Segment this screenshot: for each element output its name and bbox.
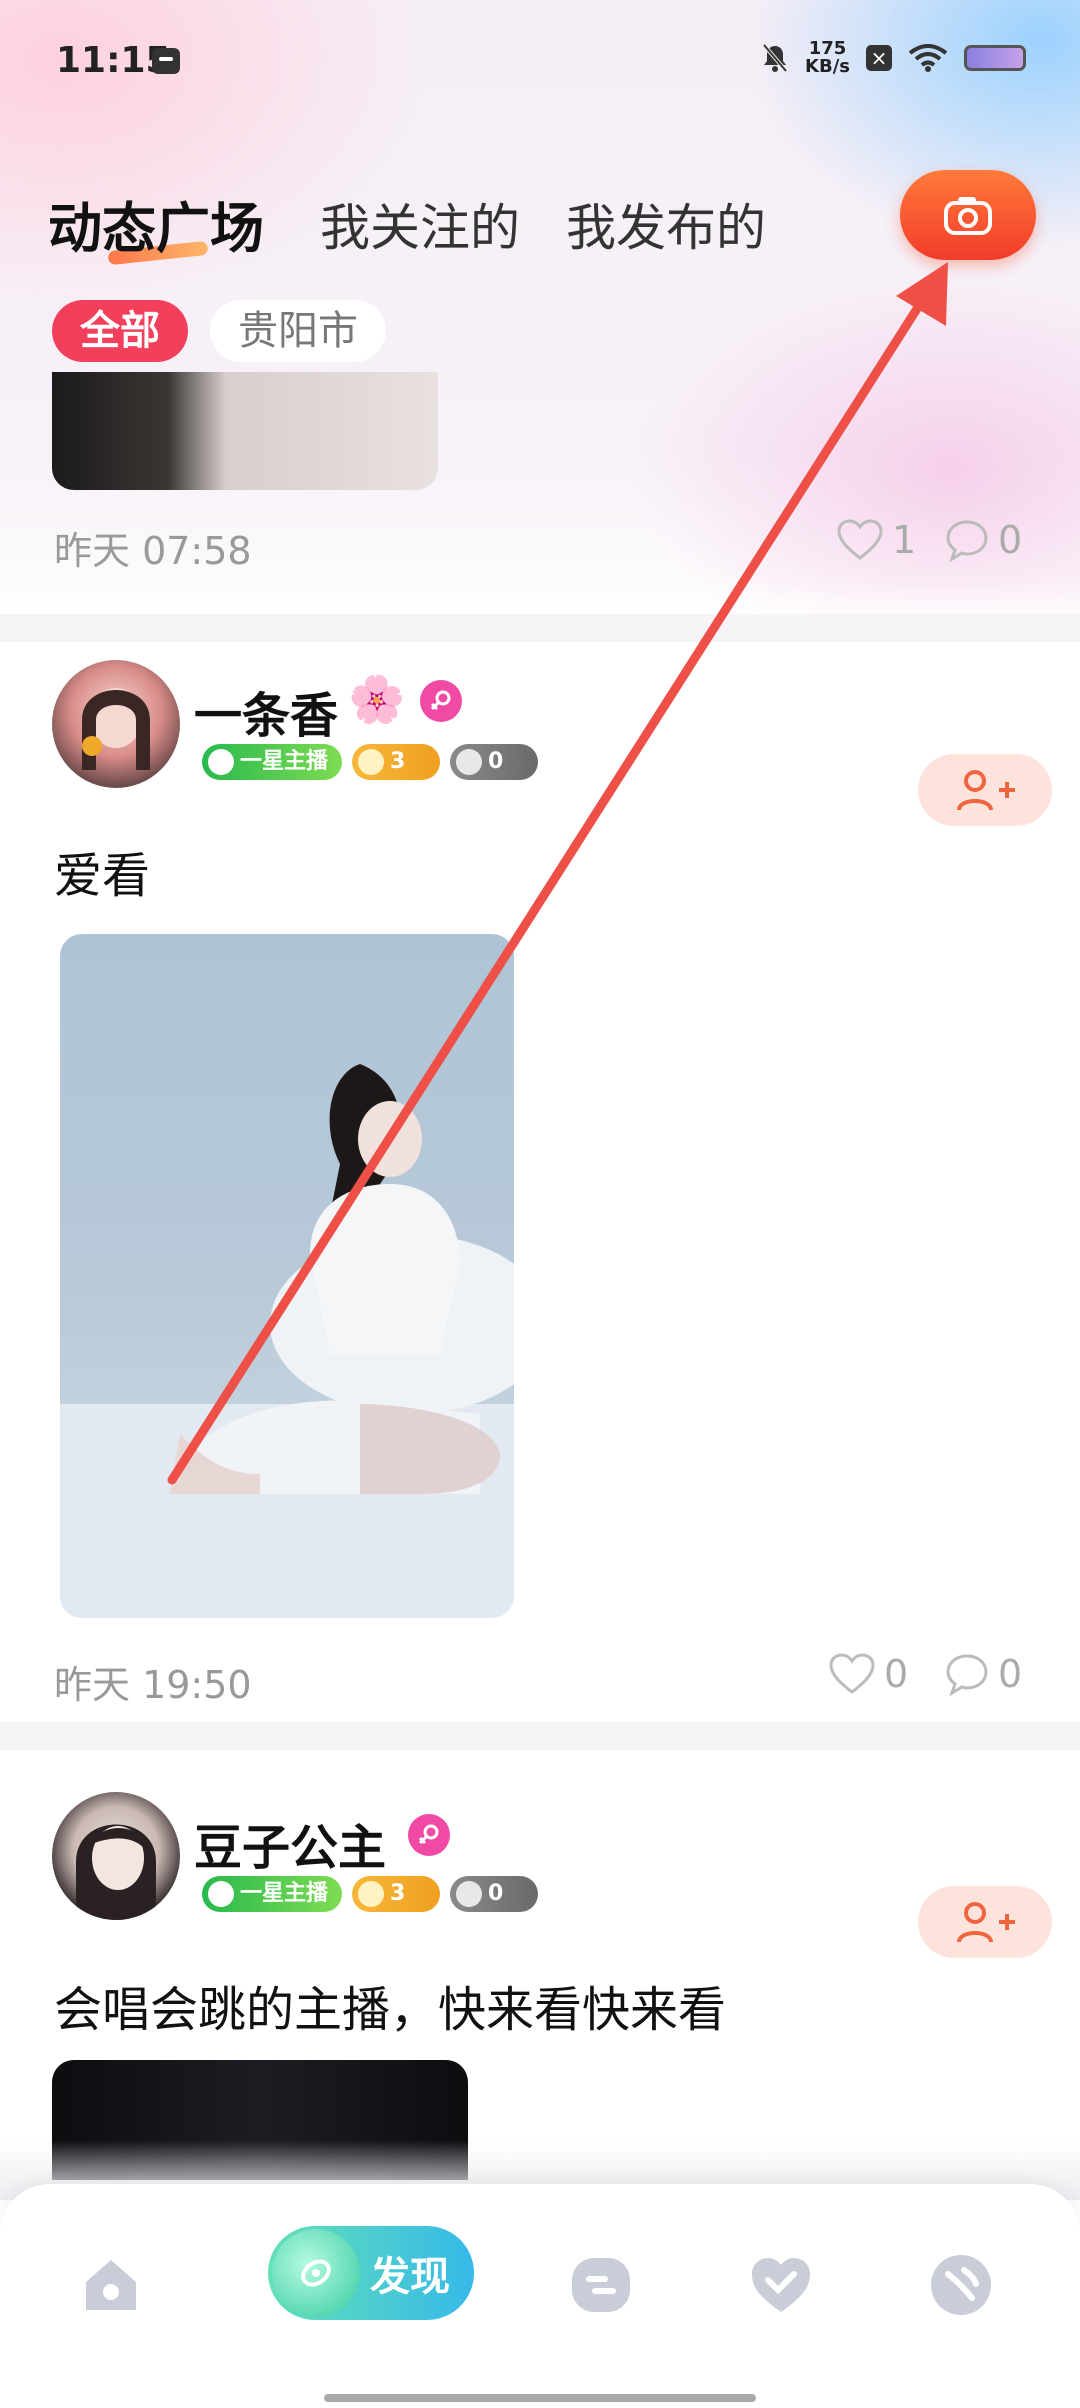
tab-my-posts[interactable]: 我发布的 <box>566 188 766 260</box>
avatar[interactable] <box>52 660 180 788</box>
post-text: 爱看 <box>54 848 151 904</box>
female-icon <box>408 1814 450 1856</box>
filter-chips: 全部 贵阳市 <box>52 300 386 362</box>
filter-city[interactable]: 贵阳市 <box>210 300 386 362</box>
flower-emoji: 🌸 <box>348 672 406 726</box>
level-badge: 一星主播 <box>202 1876 342 1912</box>
gold-badge: 3 <box>352 1876 440 1912</box>
username[interactable]: 一条香 <box>194 676 338 746</box>
tab-plaza[interactable]: 动态广场 <box>48 184 264 263</box>
like-stat[interactable]: 1 <box>836 518 916 562</box>
home-icon[interactable] <box>78 2252 144 2318</box>
gold-badge: 3 <box>352 744 440 780</box>
tab-following[interactable]: 我关注的 <box>320 188 520 260</box>
post-divider <box>0 1722 1080 1750</box>
nav-discover[interactable]: 发现 <box>268 2226 474 2320</box>
wifi-icon <box>908 44 948 72</box>
comment-stat[interactable]: 0 <box>944 518 1022 562</box>
like-count: 0 <box>884 1652 909 1696</box>
home-indicator[interactable] <box>324 2394 756 2402</box>
post-camera-button[interactable] <box>900 170 1036 260</box>
filter-all[interactable]: 全部 <box>52 300 188 362</box>
notification-icon <box>152 48 180 74</box>
user-badges: 一星主播 3 0 <box>202 1876 538 1912</box>
post-time: 昨天 07:58 <box>54 529 252 573</box>
sim-off-icon: × <box>866 45 892 71</box>
post-photo[interactable] <box>60 934 514 1618</box>
mute-bell-icon <box>762 43 788 73</box>
follow-button[interactable] <box>918 1886 1052 1958</box>
heart-badge-icon <box>208 1881 234 1907</box>
profile-icon[interactable] <box>928 2252 994 2318</box>
diamond-gold-icon <box>358 749 384 775</box>
diamond-gray-icon <box>456 749 482 775</box>
add-user-icon <box>957 770 1015 811</box>
discover-icon <box>272 2229 360 2317</box>
like-stat[interactable]: 0 <box>828 1652 908 1696</box>
heart-badge-icon <box>208 749 234 775</box>
avatar[interactable] <box>52 1792 180 1920</box>
message-icon[interactable] <box>568 2252 634 2318</box>
post-divider <box>0 614 1080 642</box>
user-badges: 一星主播 3 0 <box>202 744 538 780</box>
comment-icon <box>946 520 988 562</box>
heart-icon <box>837 519 883 560</box>
diamond-gold-icon <box>358 1881 384 1907</box>
follow-button[interactable] <box>918 754 1052 826</box>
comment-icon <box>946 1654 988 1696</box>
camera-icon <box>944 197 992 235</box>
like-count: 1 <box>892 518 917 562</box>
post-text: 会唱会跳的主播，快来看快来看 <box>54 1982 727 2038</box>
username[interactable]: 豆子公主 <box>194 1808 386 1878</box>
discover-label: 发现 <box>370 2254 450 2300</box>
diamond-gray-icon <box>456 1881 482 1907</box>
female-icon <box>420 680 462 722</box>
network-speed: 175 KB/s <box>805 38 850 77</box>
post-time: 昨天 19:50 <box>54 1663 252 1707</box>
gray-badge: 0 <box>450 1876 538 1912</box>
level-badge: 一星主播 <box>202 744 342 780</box>
status-bar: 11:15 175 KB/s × <box>0 0 1080 120</box>
comment-stat[interactable]: 0 <box>944 1652 1022 1696</box>
heart-icon <box>829 1653 875 1694</box>
gray-badge: 0 <box>450 744 538 780</box>
comment-count: 0 <box>998 518 1023 562</box>
add-user-icon <box>957 1902 1015 1943</box>
bottom-nav: 发现 <box>0 2184 1080 2408</box>
comment-count: 0 <box>998 1652 1023 1696</box>
heart-check-icon[interactable] <box>748 2252 814 2318</box>
post-image[interactable] <box>52 372 438 490</box>
battery-icon <box>964 45 1026 71</box>
